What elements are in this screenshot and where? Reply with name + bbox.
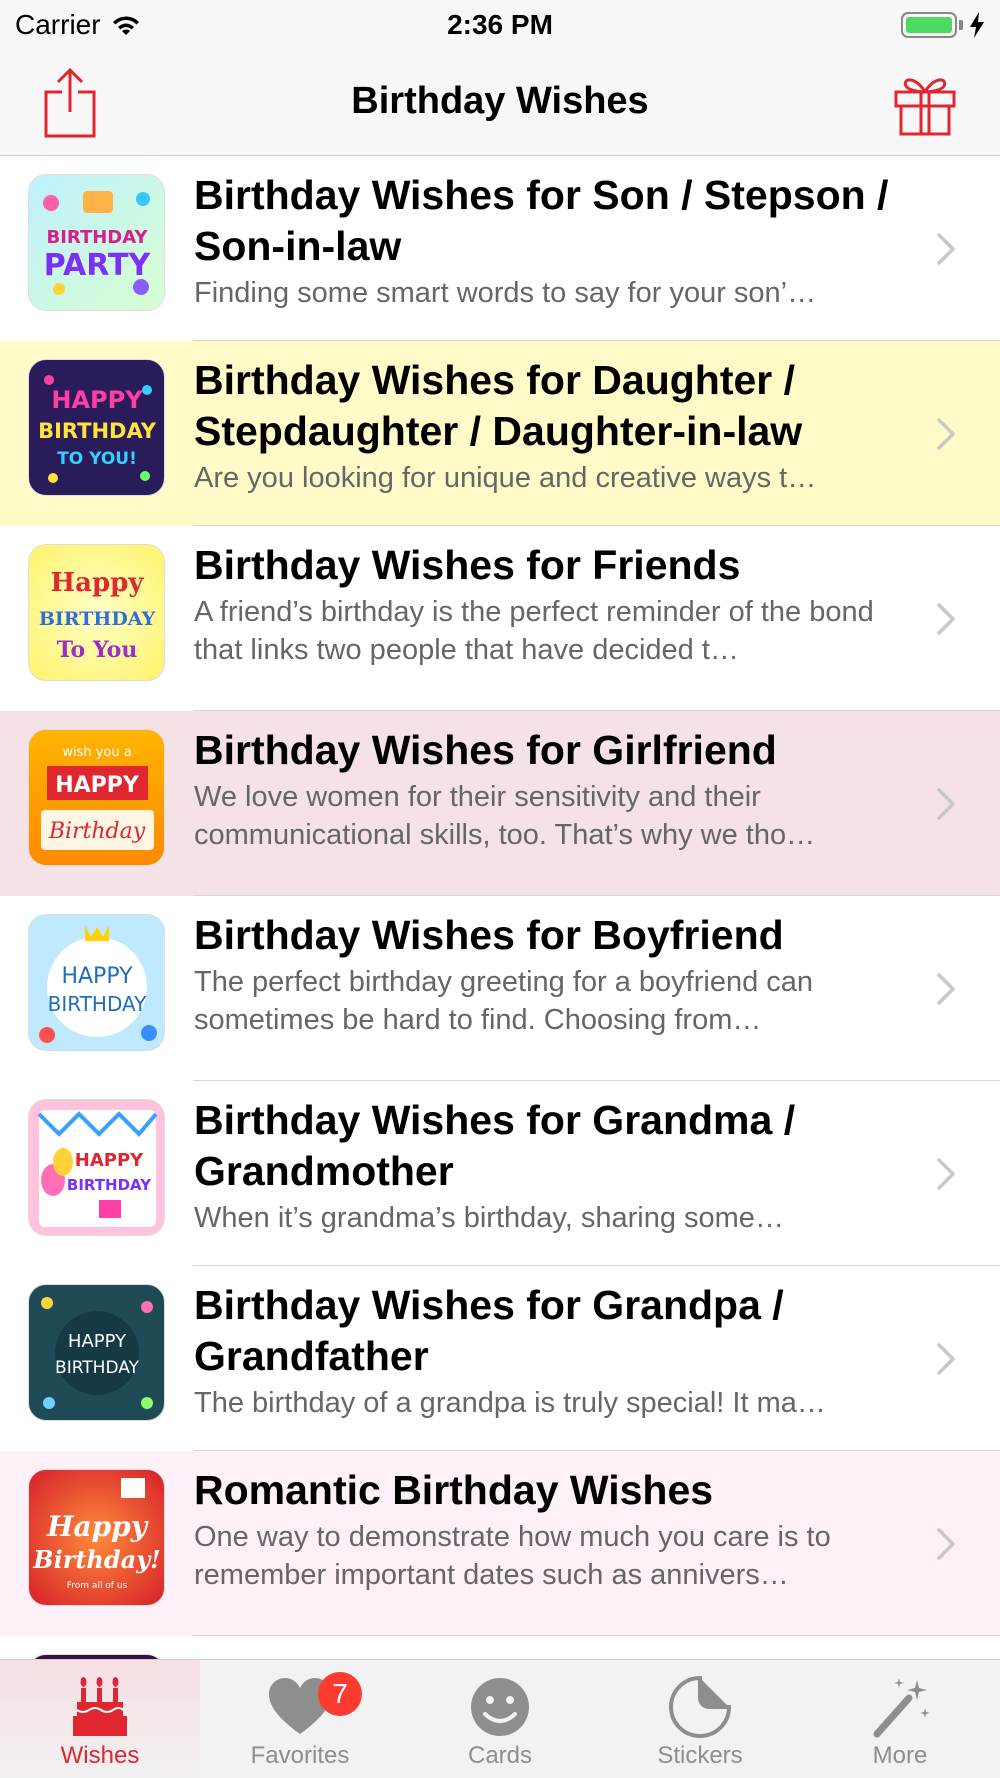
svg-text:wish you a: wish you a [62,745,131,760]
svg-text:PARTY: PARTY [44,248,152,283]
svg-text:HAPPY: HAPPY [75,1150,144,1171]
chevron-right-icon [937,418,955,450]
list-item[interactable]: Happy Birthday! From all of us Romantic … [0,1451,1000,1636]
svg-text:BIRTHDAY: BIRTHDAY [48,992,147,1016]
item-title: Birthday Wishes for Son / Stepson / Son-… [194,172,889,269]
item-description: We love women for their sensitivity and … [194,781,816,851]
list-item[interactable]: wish you a HAPPY Birthday Birthday Wishe… [0,711,1000,896]
happy-birthday-friends-thumbnail: Happy BIRTHDAY To You [28,544,165,681]
item-title: Birthday Wishes for Daughter / Stepdaugh… [194,357,803,454]
chevron-right-icon [937,788,955,820]
navigation-bar: Birthday Wishes [0,50,1000,156]
svg-text:Birthday: Birthday [48,819,146,844]
chevron-right-icon [937,603,955,635]
item-description: When it’s grandma’s birthday, sharing so… [194,1202,784,1234]
happy-birthday-pink-thumbnail: HAPPY BIRTHDAY [28,1099,165,1236]
svg-text:BIRTHDAY: BIRTHDAY [55,1358,140,1378]
tab-label: Stickers [657,1742,743,1769]
item-description: Are you looking for unique and creative … [194,462,817,494]
tab-label: More [872,1742,928,1769]
item-description: The birthday of a grandpa is truly speci… [194,1387,826,1419]
cake-icon [73,1677,127,1736]
svg-text:From all of us: From all of us [67,1581,128,1591]
tab-bar: Wishes 7 Favorites Cards Stickers More [0,1659,1000,1778]
svg-text:HAPPY: HAPPY [55,773,140,798]
chevron-right-icon [937,1158,955,1190]
wish-you-happy-birthday-thumbnail: wish you a HAPPY Birthday [28,729,165,866]
sticker-icon [669,1675,732,1738]
status-time: 2:36 PM [447,9,553,40]
list-item[interactable]: HAPPY BIRTHDAY Birthday Wishes for Boyfr… [0,896,1000,1081]
chevron-right-icon [937,973,955,1005]
magic-wand-icon [873,1678,930,1738]
tab-cards[interactable]: Cards [400,1660,600,1778]
tab-stickers[interactable]: Stickers [600,1660,800,1778]
list-item[interactable]: Happy BIRTHDAY To You Birthday Wishes fo… [0,526,1000,711]
item-description: The perfect birthday greeting for a boyf… [194,966,814,1036]
svg-text:Happy: Happy [46,1510,149,1543]
happy-birthday-red-thumbnail: Happy Birthday! From all of us [28,1469,165,1606]
svg-text:HAPPY: HAPPY [68,1331,127,1352]
item-description: Finding some smart words to say for your… [194,277,817,309]
chevron-right-icon [937,1343,955,1375]
list-item[interactable]: HAPPY BIRTHDAY TO YOU! Birthday Wishes f… [0,341,1000,526]
tab-label: Cards [467,1742,533,1769]
list-item[interactable]: BIRTHDAY PARTY Birthday Wishes for Son /… [0,156,1000,341]
tab-label: Favorites [250,1742,350,1769]
svg-text:BIRTHDAY: BIRTHDAY [38,419,157,443]
status-bar: Carrier 2:36 PM [0,0,1000,50]
item-title: Birthday Wishes for Grandma / Grandmothe… [194,1097,796,1194]
battery-indicator [901,12,985,38]
svg-text:Birthday!: Birthday! [32,1545,160,1574]
tab-label: Wishes [60,1742,140,1769]
list-item[interactable]: HAPPY BIRTHDAY Birthday Wishes for Grand… [0,1266,1000,1451]
item-title: Birthday Wishes for Girlfriend [194,727,777,773]
gift-icon[interactable] [892,70,958,136]
tab-more[interactable]: More [800,1660,1000,1778]
birthday-party-thumbnail: BIRTHDAY PARTY [28,174,165,311]
item-title: Birthday Wishes for Friends [194,542,741,588]
svg-text:TO YOU!: TO YOU! [57,449,137,469]
tab-favorites[interactable]: 7 Favorites [200,1660,400,1778]
favorites-badge: 7 [318,1672,362,1716]
item-title: Birthday Wishes for Boyfriend [194,912,784,958]
battery-icon [901,12,957,38]
item-description: One way to demonstrate how much you care… [194,1521,831,1591]
chevron-right-icon [937,233,955,265]
charging-bolt-icon [970,12,984,38]
item-title: Birthday Wishes for Grandpa / Grandfathe… [194,1282,784,1379]
svg-text:To You: To You [57,637,138,663]
item-title: Romantic Birthday Wishes [194,1467,714,1513]
svg-text:Happy: Happy [51,568,145,598]
svg-text:BIRTHDAY: BIRTHDAY [67,1176,152,1194]
wishes-category-list[interactable]: BIRTHDAY PARTY Birthday Wishes for Son /… [0,156,1000,1660]
svg-text:HAPPY: HAPPY [51,386,143,414]
happy-birthday-teal-thumbnail: HAPPY BIRTHDAY [28,1284,165,1421]
tab-wishes[interactable]: Wishes [0,1660,200,1778]
happy-birthday-to-you-thumbnail: HAPPY BIRTHDAY TO YOU! [28,359,165,496]
item-description: A friend’s birthday is the perfect remin… [194,596,874,666]
smiley-icon [471,1678,529,1736]
list-item[interactable]: HAPPY BIRTHDAY Birthday Wishes for Grand… [0,1081,1000,1266]
svg-text:BIRTHDAY: BIRTHDAY [39,608,156,630]
chevron-right-icon [937,1528,955,1560]
svg-text:HAPPY: HAPPY [61,964,133,989]
happy-birthday-blue-thumbnail: HAPPY BIRTHDAY [28,914,165,1051]
page-title: Birthday Wishes [351,80,649,122]
svg-text:BIRTHDAY: BIRTHDAY [47,227,149,248]
list-item[interactable]: Cute Birthday Wishes [0,1636,1000,1660]
